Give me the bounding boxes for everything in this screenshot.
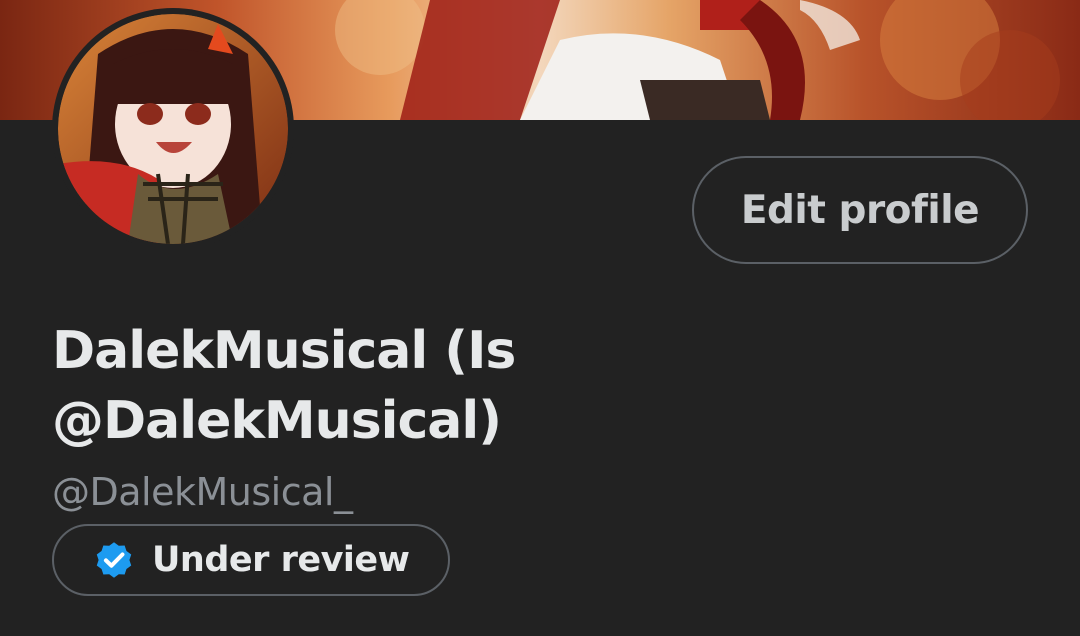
verified-badge-icon bbox=[92, 538, 136, 582]
verification-status-label: Under review bbox=[152, 540, 410, 580]
verification-status-chip[interactable]: Under review bbox=[52, 524, 450, 596]
avatar[interactable] bbox=[52, 8, 294, 250]
user-handle: @DalekMusical_ bbox=[52, 470, 353, 514]
edit-profile-button[interactable]: Edit profile bbox=[692, 156, 1028, 264]
avatar-image bbox=[58, 14, 288, 244]
display-name: DalekMusical (Is @DalekMusical) bbox=[52, 321, 516, 451]
